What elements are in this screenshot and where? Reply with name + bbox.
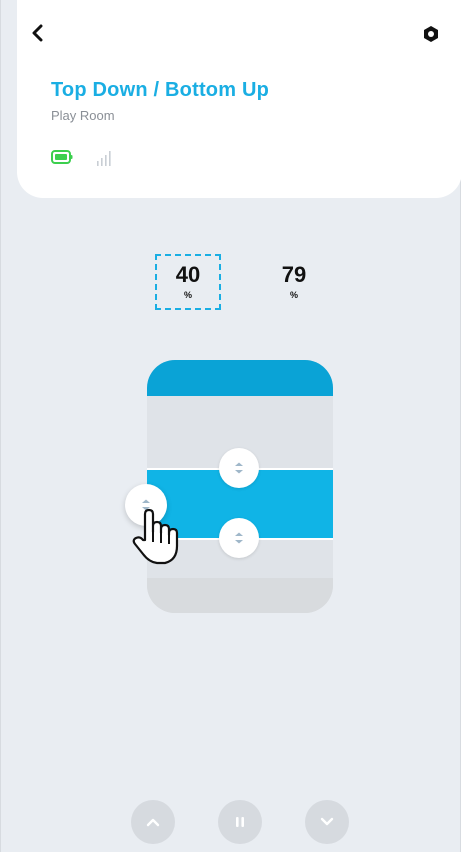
signal-bars-icon	[97, 151, 111, 166]
chevron-down-icon	[320, 817, 334, 826]
top-position-value: 40	[175, 262, 201, 287]
battery-icon	[51, 150, 73, 164]
shade-headrail	[147, 360, 333, 396]
drag-arrows-icon	[235, 462, 243, 474]
bottom-rail-handle[interactable]	[219, 518, 259, 558]
bottom-position-readout[interactable]: 79 %	[261, 254, 327, 310]
shade-sill	[147, 578, 333, 613]
top-position-unit: %	[183, 290, 192, 300]
top-position-readout[interactable]: 40 %	[155, 254, 221, 310]
stop-button[interactable]	[218, 800, 262, 844]
drag-arrows-icon	[235, 532, 243, 544]
gear-icon	[424, 26, 438, 42]
bottom-position-value: 79	[281, 262, 307, 287]
pause-icon	[236, 817, 244, 827]
chevron-up-icon	[146, 818, 160, 827]
bottom-position-unit: %	[289, 290, 298, 300]
back-button[interactable]	[23, 18, 53, 48]
open-up-button[interactable]	[131, 800, 175, 844]
room-name: Play Room	[51, 108, 115, 123]
page-title: Top Down / Bottom Up	[51, 79, 270, 101]
pointing-hand-icon	[132, 508, 179, 565]
top-rail-handle[interactable]	[219, 448, 259, 488]
close-down-button[interactable]	[305, 800, 349, 844]
chevron-left-icon	[32, 24, 43, 42]
settings-button[interactable]	[417, 20, 445, 48]
screen: Top Down / Bottom Up Play Room 40 % 79 %	[0, 0, 461, 852]
